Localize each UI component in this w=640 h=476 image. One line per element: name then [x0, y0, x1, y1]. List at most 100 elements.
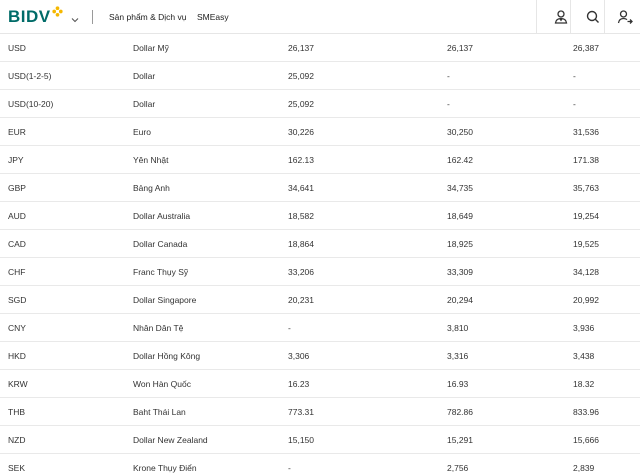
bidv-logo[interactable]: BIDV — [8, 6, 63, 28]
currency-code: HKD — [8, 351, 26, 361]
sell-rate: 31,536 — [573, 127, 599, 137]
buy-cash-rate: 162.13 — [288, 155, 314, 165]
table-row: THB Baht Thái Lan 773.31 782.86 833.96 — [0, 398, 640, 426]
buy-cash-rate: 15,150 — [288, 435, 314, 445]
buy-transfer-rate: 26,137 — [447, 43, 473, 53]
sell-rate: 171.38 — [573, 155, 599, 165]
star-icon — [51, 4, 63, 22]
table-row: CHF Franc Thụy Sỹ 33,206 33,309 34,128 — [0, 258, 640, 286]
buy-cash-rate: 16.23 — [288, 379, 310, 389]
buy-transfer-rate: 15,291 — [447, 435, 473, 445]
chevron-down-icon[interactable] — [70, 12, 80, 23]
currency-code: EUR — [8, 127, 26, 137]
buy-cash-rate: - — [288, 323, 291, 333]
nav-products-services[interactable]: Sản phẩm & Dịch vụ — [109, 10, 186, 24]
currency-code: NZD — [8, 435, 26, 445]
buy-transfer-rate: - — [447, 71, 450, 81]
currency-code: USD(10-20) — [8, 99, 54, 109]
currency-code: THB — [8, 407, 25, 417]
table-row: GBP Bảng Anh 34,641 34,735 35,763 — [0, 174, 640, 202]
buy-cash-rate: 26,137 — [288, 43, 314, 53]
user-icon[interactable] — [552, 8, 570, 26]
buy-cash-rate: 25,092 — [288, 71, 314, 81]
table-row: EUR Euro 30,226 30,250 31,536 — [0, 118, 640, 146]
currency-name: Yên Nhật — [133, 155, 169, 165]
sell-rate: 2,839 — [573, 463, 595, 473]
currency-code: CAD — [8, 239, 26, 249]
buy-transfer-rate: 162.42 — [447, 155, 473, 165]
currency-name: Won Hàn Quốc — [133, 379, 191, 389]
currency-code: SEK — [8, 463, 26, 473]
currency-name: Dollar Canada — [133, 239, 188, 249]
table-row: SGD Dollar Singapore 20,231 20,294 20,992 — [0, 286, 640, 314]
currency-code: SGD — [8, 295, 27, 305]
currency-code: USD(1-2-5) — [8, 71, 52, 81]
table-row: NZD Dollar New Zealand 15,150 15,291 15,666 — [0, 426, 640, 454]
site-header: BIDV Sản phẩm & Dịch vụ SMEasy — [0, 0, 640, 34]
buy-transfer-rate: 18,649 — [447, 211, 473, 221]
buy-cash-rate: - — [288, 463, 291, 473]
table-row: CAD Dollar Canada 18,864 18,925 19,525 — [0, 230, 640, 258]
buy-transfer-rate: 20,294 — [447, 295, 473, 305]
currency-name: Baht Thái Lan — [133, 407, 186, 417]
buy-transfer-rate: 33,309 — [447, 267, 473, 277]
sell-rate: 15,666 — [573, 435, 599, 445]
currency-name: Franc Thụy Sỹ — [133, 267, 189, 277]
currency-name: Dollar Mỹ — [133, 43, 169, 53]
buy-transfer-rate: 3,810 — [447, 323, 469, 333]
sell-rate: 18.32 — [573, 379, 595, 389]
sell-rate: 20,992 — [573, 295, 599, 305]
currency-code: CNY — [8, 323, 26, 333]
search-icon[interactable] — [584, 8, 602, 26]
sell-rate: 35,763 — [573, 183, 599, 193]
buy-cash-rate: 30,226 — [288, 127, 314, 137]
currency-code: AUD — [8, 211, 26, 221]
header-separator — [604, 0, 605, 34]
buy-transfer-rate: 34,735 — [447, 183, 473, 193]
currency-name: Bảng Anh — [133, 183, 170, 193]
buy-cash-rate: 33,206 — [288, 267, 314, 277]
sell-rate: 19,254 — [573, 211, 599, 221]
table-row: USD(1-2-5) Dollar 25,092 - - — [0, 62, 640, 90]
header-separator — [536, 0, 537, 34]
buy-cash-rate: 18,582 — [288, 211, 314, 221]
currency-code: GBP — [8, 183, 26, 193]
buy-cash-rate: 18,864 — [288, 239, 314, 249]
buy-transfer-rate: 2,756 — [447, 463, 469, 473]
nav-smeasy[interactable]: SMEasy — [197, 10, 229, 24]
buy-cash-rate: 25,092 — [288, 99, 314, 109]
buy-cash-rate: 3,306 — [288, 351, 310, 361]
login-icon[interactable] — [616, 8, 634, 26]
buy-transfer-rate: - — [447, 99, 450, 109]
buy-transfer-rate: 782.86 — [447, 407, 473, 417]
sell-rate: - — [573, 71, 576, 81]
currency-name: Dollar New Zealand — [133, 435, 208, 445]
currency-name: Dollar Hồng Kông — [133, 351, 201, 361]
currency-code: KRW — [8, 379, 28, 389]
header-divider — [92, 10, 93, 24]
buy-cash-rate: 20,231 — [288, 295, 314, 305]
currency-name: Krone Thụy Điển — [133, 463, 197, 473]
currency-name: Dollar Australia — [133, 211, 191, 221]
buy-transfer-rate: 18,925 — [447, 239, 473, 249]
currency-name: Dollar — [133, 99, 156, 109]
sell-rate: 3,438 — [573, 351, 595, 361]
currency-name: Euro — [133, 127, 151, 137]
header-separator — [570, 0, 571, 34]
table-row: CNY Nhân Dân Tệ - 3,810 3,936 — [0, 314, 640, 342]
sell-rate: 3,936 — [573, 323, 595, 333]
currency-code: CHF — [8, 267, 26, 277]
buy-transfer-rate: 3,316 — [447, 351, 469, 361]
exchange-rate-table: USD Dollar Mỹ 26,137 26,137 26,387 USD(1-2-5)… — [0, 34, 640, 476]
buy-cash-rate: 34,641 — [288, 183, 314, 193]
table-row: HKD Dollar Hồng Kông 3,306 3,316 3,438 — [0, 342, 640, 370]
sell-rate: 19,525 — [573, 239, 599, 249]
sell-rate: 833.96 — [573, 407, 599, 417]
logo-text: BIDV — [8, 7, 51, 26]
currency-code: JPY — [8, 155, 24, 165]
currency-name: Dollar — [133, 71, 156, 81]
buy-cash-rate: 773.31 — [288, 407, 314, 417]
table-row: JPY Yên Nhật 162.13 162.42 171.38 — [0, 146, 640, 174]
buy-transfer-rate: 30,250 — [447, 127, 473, 137]
table-row: USD Dollar Mỹ 26,137 26,137 26,387 — [0, 34, 640, 62]
